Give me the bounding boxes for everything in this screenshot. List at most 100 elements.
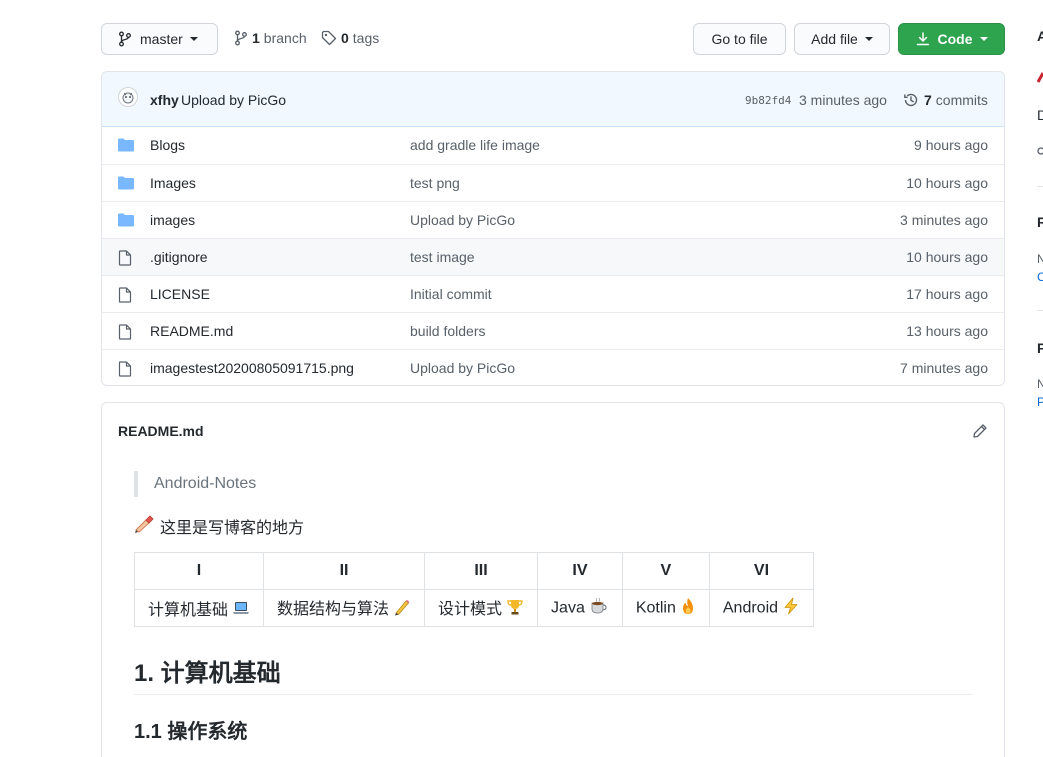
file-name-link[interactable]: Blogs [150,137,185,153]
file-commit-link[interactable]: Upload by PicGo [410,360,515,376]
table-header-cell: II [263,552,426,590]
table-header-cell: VI [708,552,815,590]
chevron-down-icon [979,37,988,41]
file-commit-link[interactable]: add gradle life image [410,137,540,153]
pencil-icon[interactable] [972,423,988,442]
table-cell: 数据结构与算法 [263,589,426,627]
sidebar-fragment: N [1037,377,1043,391]
branch-select-button[interactable]: master [101,23,218,55]
file-name-link[interactable]: imagestest20200805091715.png [150,360,354,376]
sidebar-fragment[interactable]: P [1037,395,1043,409]
file-commit-link[interactable]: build folders [410,323,486,339]
table-header-cell: I [133,552,265,590]
table-cell: Java [537,589,623,627]
table-row: 计算机基础 数据结构与算法 设计模式 Java Kotlin Android [133,589,815,627]
table-header-cell: IV [537,552,623,590]
tag-count: 0 [341,30,349,46]
sidebar-divider [1037,186,1043,187]
sidebar-divider [1037,310,1043,311]
file-icon [118,324,134,340]
branch-name: master [140,31,183,47]
readme-table: I II III IV V VI 计算机基础 数据结构与算法 设计模式 Java Kotlin An… [133,552,815,627]
branches-link[interactable]: 1 branch [234,30,307,46]
commit-count-word: commits [935,92,988,108]
git-branch-icon [234,30,248,46]
file-row[interactable]: Images test png 10 hours ago [102,164,1004,201]
writing-hand-icon [134,514,154,538]
download-icon [916,32,930,46]
sidebar-fragment[interactable]: C [1037,270,1043,284]
avatar[interactable] [118,87,138,107]
file-list: Blogs add gradle life image 9 hours ago Ima… [102,127,1004,385]
file-name-link[interactable]: Images [150,175,196,191]
add-file-button[interactable]: Add file [794,23,890,55]
table-cell-text: Android [722,599,779,617]
file-row[interactable]: Blogs add gradle life image 9 hours ago [102,127,1004,164]
branch-count: 1 [252,30,260,46]
commits-link[interactable]: 7 commits [903,92,988,108]
file-browser: xfhy Upload by PicGo 9b82fd4 3 minutes a… [101,71,1005,386]
readme-heading-2: 1.1 操作系统 [134,721,248,743]
file-commit-link[interactable]: test image [410,249,475,265]
readme-panel: README.md Android-Notes 这里是写博客的地方 I II III… [101,402,1005,757]
add-file-label: Add file [811,31,858,47]
readme-blockquote: Android-Notes [134,471,256,497]
commit-time: 3 minutes ago [799,92,887,108]
file-row[interactable]: LICENSE Initial commit 17 hours ago [102,275,1004,312]
coffee-icon [589,597,609,620]
tag-word: tags [352,30,380,46]
table-cell-text: Java [551,599,585,617]
file-row[interactable]: images Upload by PicGo 3 minutes ago [102,201,1004,238]
readme-title: README.md [118,423,204,439]
folder-icon [118,213,134,229]
file-age: 9 hours ago [914,137,988,153]
file-commit-link[interactable]: Upload by PicGo [410,212,515,228]
table-header-cell: III [424,552,539,590]
file-row[interactable]: README.md build folders 13 hours ago [102,312,1004,349]
readme-intro: 这里是写博客的地方 [134,514,304,538]
file-name-link[interactable]: .gitignore [150,249,208,265]
code-label: Code [937,31,973,47]
file-age: 10 hours ago [906,249,988,265]
file-age: 17 hours ago [906,286,988,302]
history-icon [903,92,919,108]
pencil-icon [393,598,411,621]
table-cell: Android [708,589,815,627]
latest-commit-bar: xfhy Upload by PicGo 9b82fd4 3 minutes a… [102,72,1004,127]
file-row[interactable]: imagestest20200805091715.png Upload by Pi… [102,349,1004,385]
table-cell-text: 计算机基础 [148,601,229,619]
table-header-cell: V [621,552,710,590]
file-commit-link[interactable]: test png [410,175,460,191]
commit-author-link[interactable]: xfhy [150,92,179,108]
trophy-icon [506,598,524,621]
file-icon [118,287,134,303]
file-age: 7 minutes ago [900,360,988,376]
file-name-link[interactable]: README.md [150,323,233,339]
file-row[interactable]: .gitignore test image 10 hours ago [102,238,1004,275]
table-cell: 设计模式 [424,589,539,627]
tag-icon [321,30,337,46]
branch-word: branch [263,30,307,46]
commit-count: 7 [924,92,932,108]
table-cell-text: 设计模式 [438,600,503,618]
intro-text: 这里是写博客的地方 [160,520,305,537]
file-icon [118,361,134,377]
folder-icon [118,176,134,192]
go-to-file-button[interactable]: Go to file [693,23,786,55]
sidebar-fragment: P [1037,340,1043,356]
fire-icon [680,597,696,620]
commit-sha-link[interactable]: 9b82fd4 [745,94,791,107]
file-age: 3 minutes ago [900,212,988,228]
file-age: 10 hours ago [906,175,988,191]
file-name-link[interactable]: LICENSE [150,286,210,302]
tags-link[interactable]: 0 tags [321,30,379,46]
chevron-down-icon [864,37,873,41]
table-cell-text: 数据结构与算法 [277,600,390,618]
commit-message-link[interactable]: Upload by PicGo [181,92,286,108]
code-button[interactable]: Code [898,23,1005,55]
file-name-link[interactable]: images [150,212,195,228]
table-cell-text: Kotlin [635,599,676,617]
table-cell: Kotlin [621,589,710,627]
sidebar-icon-fragment [1037,144,1043,160]
file-commit-link[interactable]: Initial commit [410,286,492,302]
